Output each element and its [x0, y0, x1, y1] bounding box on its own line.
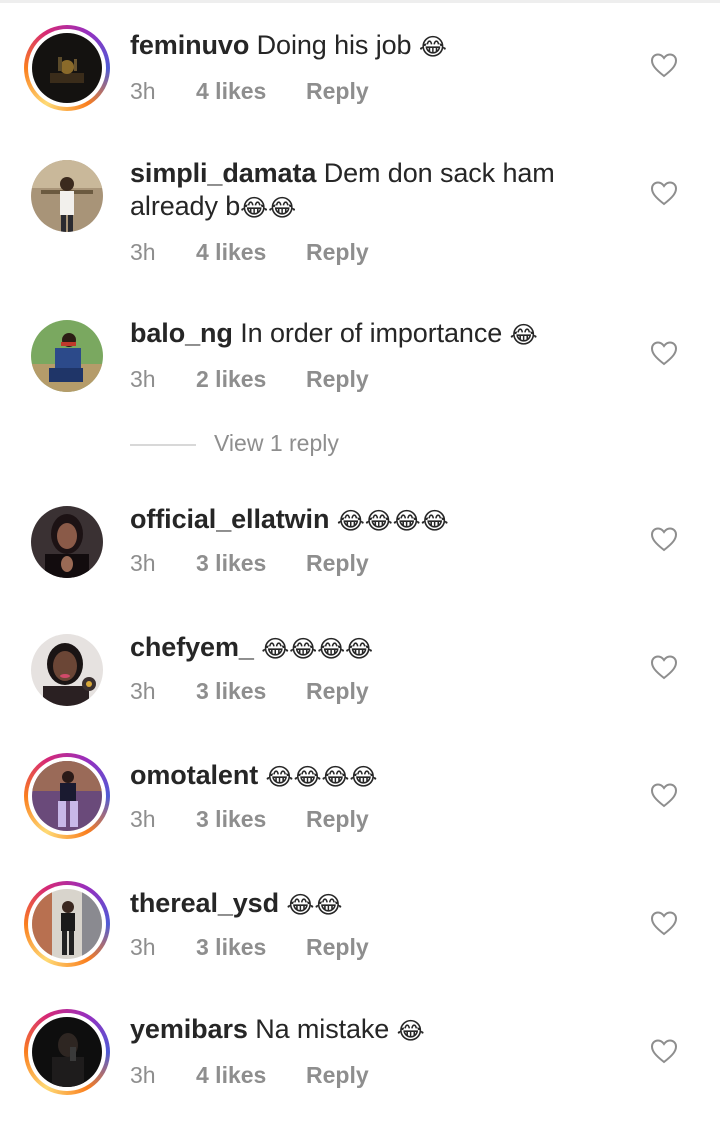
- reply-button[interactable]: Reply: [306, 1062, 369, 1089]
- likes-count[interactable]: 3 likes: [196, 934, 266, 961]
- top-divider: [0, 0, 720, 3]
- avatar: [31, 320, 103, 392]
- reply-button[interactable]: Reply: [306, 78, 369, 105]
- avatar-wrapper[interactable]: [24, 499, 110, 585]
- avatar: [32, 889, 102, 959]
- comment-time: 3h: [130, 550, 156, 576]
- avatar: [31, 634, 103, 706]
- comment-emoji: 😂😂: [240, 194, 297, 222]
- avatar-story-ring[interactable]: [24, 881, 110, 967]
- comment-item: omotalent 😂😂😂😂 3h 3 likes Reply: [0, 752, 720, 862]
- username[interactable]: official_ellatwin: [130, 504, 329, 534]
- heart-outline-icon[interactable]: [650, 1038, 678, 1064]
- replies-divider: [130, 444, 196, 446]
- avatar-story-ring[interactable]: [24, 25, 110, 111]
- view-replies-button[interactable]: View 1 reply: [130, 430, 430, 464]
- comment-time: 3h: [130, 678, 156, 704]
- likes-count[interactable]: 4 likes: [196, 1062, 266, 1089]
- comment-emoji: 😂😂😂😂: [261, 635, 373, 663]
- likes-count[interactable]: 3 likes: [196, 806, 266, 833]
- comment-item: simpli_damata Dem don sack ham already b…: [0, 150, 720, 265]
- comment-item: yemibars Na mistake 😂 3h 4 likes Reply: [0, 1008, 720, 1118]
- avatar-wrapper[interactable]: [24, 153, 110, 239]
- likes-count[interactable]: 4 likes: [196, 239, 266, 266]
- comment-item: balo_ng In order of importance 😂 3h 2 li…: [0, 310, 720, 420]
- reply-button[interactable]: Reply: [306, 678, 369, 705]
- comment-emoji: 😂: [509, 321, 538, 349]
- likes-count[interactable]: 3 likes: [196, 678, 266, 705]
- avatar-wrapper[interactable]: [24, 313, 110, 399]
- comment-item: official_ellatwin 😂😂😂😂 3h 3 likes Reply: [0, 496, 720, 606]
- reply-button[interactable]: Reply: [306, 550, 369, 577]
- comment-time: 3h: [130, 366, 156, 392]
- comment-item: thereal_ysd 😂😂 3h 3 likes Reply: [0, 880, 720, 990]
- comment-text: Doing his job: [256, 30, 412, 60]
- comment-time: 3h: [130, 806, 156, 832]
- heart-outline-icon[interactable]: [650, 654, 678, 680]
- avatar: [32, 761, 102, 831]
- avatar: [31, 506, 103, 578]
- comment-emoji: 😂😂😂😂: [265, 763, 378, 791]
- comment-emoji: 😂😂: [286, 891, 343, 919]
- comment-emoji: 😂: [418, 33, 447, 61]
- comment-time: 3h: [130, 934, 156, 960]
- username[interactable]: balo_ng: [130, 318, 233, 348]
- username[interactable]: yemibars: [130, 1014, 248, 1044]
- username[interactable]: simpli_damata: [130, 158, 316, 188]
- heart-outline-icon[interactable]: [650, 782, 678, 808]
- comment-time: 3h: [130, 1062, 156, 1088]
- username[interactable]: thereal_ysd: [130, 888, 279, 918]
- heart-outline-icon[interactable]: [650, 910, 678, 936]
- comment-item: chefyem_ 😂😂😂😂 3h 3 likes Reply: [0, 624, 720, 734]
- avatar: [32, 1017, 102, 1087]
- heart-outline-icon[interactable]: [650, 52, 678, 78]
- reply-button[interactable]: Reply: [306, 806, 369, 833]
- comment-time: 3h: [130, 239, 156, 265]
- avatar-story-ring[interactable]: [24, 753, 110, 839]
- heart-outline-icon[interactable]: [650, 526, 678, 552]
- comment-emoji: 😂: [396, 1017, 425, 1045]
- comment-text: In order of importance: [240, 318, 503, 348]
- username[interactable]: chefyem_: [130, 632, 254, 662]
- avatar: [31, 160, 103, 232]
- likes-count[interactable]: 3 likes: [196, 550, 266, 577]
- view-replies-label: View 1 reply: [214, 430, 339, 456]
- comment-time: 3h: [130, 78, 156, 104]
- comment-item: feminuvo Doing his job 😂 3h 4 likes Repl…: [0, 22, 720, 132]
- avatar: [32, 33, 102, 103]
- comment-emoji: 😂😂😂😂: [336, 507, 449, 535]
- username[interactable]: omotalent: [130, 760, 258, 790]
- heart-outline-icon[interactable]: [650, 180, 678, 206]
- avatar-wrapper[interactable]: [24, 627, 110, 713]
- likes-count[interactable]: 2 likes: [196, 366, 266, 393]
- reply-button[interactable]: Reply: [306, 934, 369, 961]
- likes-count[interactable]: 4 likes: [196, 78, 266, 105]
- reply-button[interactable]: Reply: [306, 366, 369, 393]
- reply-button[interactable]: Reply: [306, 239, 369, 266]
- heart-outline-icon[interactable]: [650, 340, 678, 366]
- avatar-story-ring[interactable]: [24, 1009, 110, 1095]
- comment-text: Na mistake: [255, 1014, 390, 1044]
- username[interactable]: feminuvo: [130, 30, 249, 60]
